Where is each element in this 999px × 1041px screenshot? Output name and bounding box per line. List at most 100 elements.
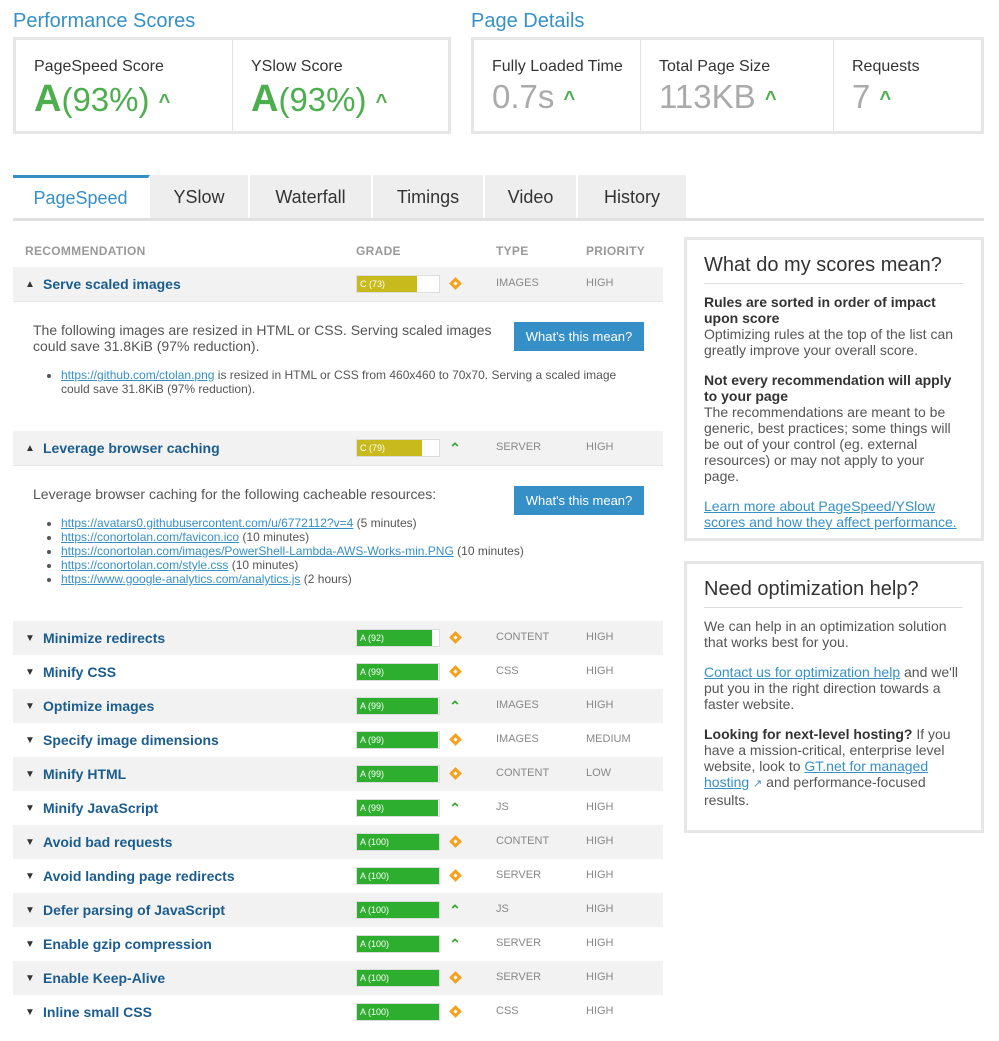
caret-down-icon[interactable]: ▼ (25, 701, 35, 712)
resource-note: (5 minutes) (353, 516, 417, 530)
recommendation-row[interactable]: ▼ Minify JavaScript A (99) ⌃ JS HIGH (13, 791, 663, 825)
recommendation-name[interactable]: Leverage browser caching (43, 440, 220, 456)
caret-down-icon[interactable]: ▼ (25, 769, 35, 780)
arrow-up-icon: ^ (764, 87, 777, 110)
grade-bar: A (99) (356, 731, 440, 749)
recommendation-type: SERVER (496, 971, 542, 983)
recommendation-row[interactable]: ▼ Minify CSS A (99) CSS HIGH (13, 655, 663, 689)
recommendation-row[interactable]: ▲ Serve scaled images C (73) IMAGES HIGH (13, 267, 663, 301)
tab-video[interactable]: Video (485, 175, 578, 218)
resource-link[interactable]: https://avatars0.githubusercontent.com/u… (61, 516, 353, 530)
loaded-time-value: 0.7s (492, 78, 555, 115)
recommendation-priority: HIGH (586, 277, 614, 289)
recommendation-row[interactable]: ▼ Specify image dimensions A (99) IMAGES MED… (13, 723, 663, 757)
diamond-icon (446, 275, 464, 293)
recommendation-type: CSS (496, 665, 519, 677)
recommendation-name[interactable]: Minimize redirects (43, 630, 165, 646)
recommendation-row[interactable]: ▼ Avoid bad requests A (100) CONTENT HIGH (13, 825, 663, 859)
page-details-title: Page Details (471, 10, 585, 32)
page-size-card: Total Page Size 113KB ^ (641, 40, 834, 131)
caret-down-icon[interactable]: ▼ (25, 905, 35, 916)
optimization-help-panel: Need optimization help? We can help in a… (684, 561, 984, 833)
recommendation-row[interactable]: ▼ Enable Keep-Alive A (100) SERVER HIGH (13, 961, 663, 995)
caret-down-icon[interactable]: ▼ (25, 803, 35, 814)
arrow-up-icon: ^ (375, 90, 388, 113)
recommendation-row[interactable]: ▼ Enable gzip compression A (100) ⌃ SERVER HI… (13, 927, 663, 961)
recommendation-type: CONTENT (496, 631, 550, 643)
caret-down-icon[interactable]: ▼ (25, 667, 35, 678)
recommendation-name[interactable]: Specify image dimensions (43, 732, 219, 748)
recommendation-name[interactable]: Defer parsing of JavaScript (43, 902, 225, 918)
leverage-caching-detail: Leverage browser caching for the followi… (13, 465, 663, 620)
recommendation-name[interactable]: Inline small CSS (43, 1004, 152, 1020)
caret-down-icon[interactable]: ▼ (25, 939, 35, 950)
caret-down-icon[interactable]: ▼ (25, 633, 35, 644)
recommendation-type: CSS (496, 1005, 519, 1017)
recommendation-priority: HIGH (586, 903, 614, 915)
recommendation-row[interactable]: ▼ Minify HTML A (99) CONTENT LOW (13, 757, 663, 791)
recommendation-name[interactable]: Avoid bad requests (43, 834, 172, 850)
recommendation-row[interactable]: ▼ Avoid landing page redirects A (100) SERV… (13, 859, 663, 893)
performance-scores-panel: PageSpeed Score A(93%) ^ YSlow Score A(9… (13, 37, 451, 134)
diamond-icon (446, 765, 464, 783)
resource-link[interactable]: https://conortolan.com/images/PowerShell… (61, 544, 454, 558)
recommendation-type: JS (496, 903, 509, 915)
list-item: https://github.com/ctolan.png is resized… (61, 368, 641, 396)
caret-up-icon[interactable]: ▲ (25, 279, 35, 290)
recommendation-name[interactable]: Minify HTML (43, 766, 126, 782)
recommendation-row[interactable]: ▲ Leverage browser caching C (79) ⌃ SERVER HI… (13, 431, 663, 465)
header-recommendation: RECOMMENDATION (25, 244, 146, 258)
recommendation-row[interactable]: ▼ Optimize images A (99) ⌃ IMAGES HIGH (13, 689, 663, 723)
recommendation-priority: HIGH (586, 869, 614, 881)
yslow-percent: (93%) (278, 81, 367, 118)
resource-link[interactable]: https://conortolan.com/favicon.ico (61, 530, 239, 544)
recommendation-name[interactable]: Enable gzip compression (43, 936, 212, 952)
serve-scaled-images-detail: The following images are resized in HTML… (13, 301, 663, 431)
recommendation-row[interactable]: ▼ Defer parsing of JavaScript A (100) ⌃ JS HI… (13, 893, 663, 927)
caret-up-icon[interactable]: ▲ (25, 443, 35, 454)
recommendation-name[interactable]: Minify CSS (43, 664, 116, 680)
grade-bar-fill: A (99) (357, 732, 439, 748)
resource-link[interactable]: https://github.com/ctolan.png (61, 368, 214, 382)
recommendation-row[interactable]: ▼ Inline small CSS A (100) CSS HIGH (13, 995, 663, 1029)
contact-link[interactable]: Contact us for optimization help (704, 664, 900, 680)
resource-link[interactable]: https://conortolan.com/style.css (61, 558, 228, 572)
recommendation-name[interactable]: Optimize images (43, 698, 154, 714)
caret-down-icon[interactable]: ▼ (25, 1007, 35, 1018)
caret-down-icon[interactable]: ▼ (25, 973, 35, 984)
caret-down-icon[interactable]: ▼ (25, 837, 35, 848)
tab-pagespeed[interactable]: PageSpeed (13, 175, 150, 218)
grade-bar-fill: A (100) (357, 936, 439, 952)
resource-link[interactable]: https://www.google-analytics.com/analyti… (61, 572, 300, 586)
whats-this-mean-button[interactable]: What's this mean? (514, 322, 644, 351)
recommendation-name[interactable]: Minify JavaScript (43, 800, 158, 816)
recommendation-name[interactable]: Serve scaled images (43, 276, 181, 292)
recommendation-priority: LOW (586, 767, 612, 779)
recommendation-name[interactable]: Enable Keep-Alive (43, 970, 165, 986)
grade-bar: A (100) (356, 867, 440, 885)
external-link-icon: ↗ (753, 778, 763, 790)
tab-yslow[interactable]: YSlow (150, 175, 250, 218)
detail-description: Leverage browser caching for the followi… (33, 486, 437, 502)
grade-bar-fill: A (99) (357, 698, 439, 714)
grade-bar: A (100) (356, 935, 440, 953)
diamond-icon (446, 629, 464, 647)
caret-down-icon[interactable]: ▼ (25, 871, 35, 882)
tab-history[interactable]: History (578, 175, 686, 218)
tab-waterfall[interactable]: Waterfall (250, 175, 373, 218)
learn-more-link[interactable]: Learn more about PageSpeed/YSlow scores … (704, 498, 957, 530)
optimization-help-title: Need optimization help? (704, 578, 963, 608)
recommendation-row[interactable]: ▼ Minimize redirects A (92) CONTENT HIGH (13, 621, 663, 655)
whats-this-mean-button[interactable]: What's this mean? (514, 486, 644, 515)
requests-label: Requests (852, 58, 920, 75)
pagespeed-score-card: PageSpeed Score A(93%) ^ (16, 40, 233, 131)
arrow-up-icon: ^ (563, 87, 576, 110)
yslow-score-label: YSlow Score (251, 58, 343, 75)
caret-down-icon[interactable]: ▼ (25, 735, 35, 746)
report-tabs: PageSpeed YSlow Waterfall Timings Video … (13, 175, 984, 221)
help-text: The recommendations are meant to be gene… (704, 404, 951, 484)
diamond-icon (446, 969, 464, 987)
header-priority: PRIORITY (586, 244, 646, 258)
tab-timings[interactable]: Timings (373, 175, 485, 218)
recommendation-name[interactable]: Avoid landing page redirects (43, 868, 235, 884)
